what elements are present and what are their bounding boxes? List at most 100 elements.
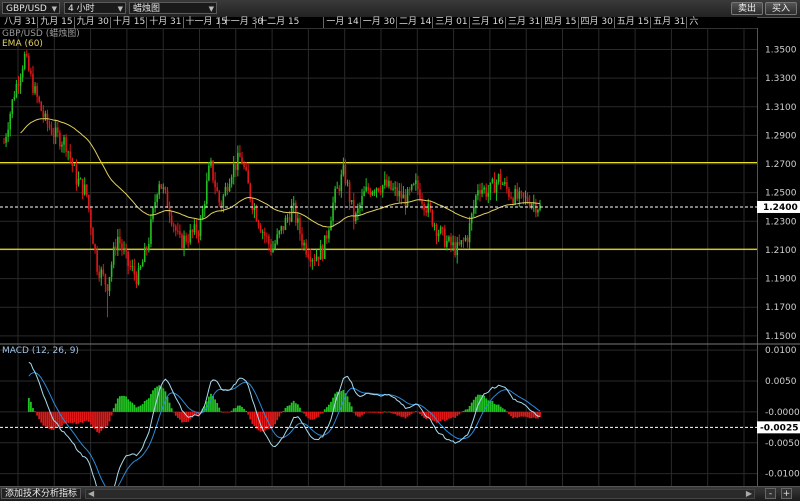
candle-body bbox=[106, 284, 109, 291]
price-panel-label: GBP/USD (蜡烛图) bbox=[2, 27, 80, 39]
candle-body bbox=[156, 194, 158, 202]
chart-canvas[interactable]: 1.3500 1.3300 1.3100 1.2900 1.2700 1.2500 1.23… bbox=[0, 0, 800, 486]
macd-histogram-bar bbox=[448, 411, 450, 419]
macd-histogram-bar bbox=[472, 399, 475, 412]
macd-histogram-bar bbox=[131, 402, 134, 412]
candle-body bbox=[11, 99, 14, 114]
macd-histogram-bar bbox=[530, 411, 533, 419]
macd-histogram-bar bbox=[309, 411, 312, 420]
candle-body bbox=[19, 77, 22, 86]
macd-histogram-bar bbox=[419, 411, 421, 415]
candle-body bbox=[313, 260, 316, 262]
zoom-in-button[interactable]: + bbox=[781, 488, 792, 499]
candle-body bbox=[292, 202, 295, 206]
scroll-left-icon[interactable]: ◀ bbox=[88, 489, 94, 498]
candle-body bbox=[516, 188, 519, 199]
macd-histogram-bar bbox=[67, 411, 70, 423]
macd-histogram-bar bbox=[61, 411, 63, 427]
candle-body bbox=[537, 209, 539, 213]
candle-body bbox=[274, 243, 276, 249]
candle-body bbox=[431, 210, 434, 226]
candle-body bbox=[193, 224, 196, 233]
macd-histogram-bar bbox=[528, 411, 531, 419]
zoom-out-button[interactable]: - bbox=[765, 488, 776, 499]
candle-body bbox=[224, 186, 227, 196]
candle-body bbox=[466, 237, 469, 243]
candle-body bbox=[522, 192, 525, 197]
candle-body bbox=[286, 217, 289, 219]
candle-body bbox=[143, 247, 146, 262]
macd-histogram-bar bbox=[30, 401, 32, 412]
candle-body bbox=[50, 127, 53, 135]
macd-histogram-bar bbox=[468, 406, 471, 412]
macd-histogram-bar bbox=[214, 399, 216, 412]
price-tick-label: 1.3500 bbox=[765, 45, 797, 55]
candle-body bbox=[290, 205, 293, 222]
macd-histogram-bar bbox=[27, 397, 30, 412]
macd-histogram-bar bbox=[42, 411, 45, 426]
candle-body bbox=[499, 174, 502, 185]
candle-body bbox=[17, 84, 20, 86]
macd-histogram-bar bbox=[210, 393, 212, 412]
macd-histogram-bar bbox=[299, 407, 301, 412]
candle-body bbox=[288, 217, 291, 222]
candle-body bbox=[181, 234, 183, 248]
candle-body bbox=[491, 179, 494, 183]
candle-body bbox=[464, 237, 467, 241]
candle-body bbox=[334, 188, 336, 203]
macd-histogram-bar bbox=[181, 411, 183, 423]
candle-body bbox=[162, 187, 165, 189]
candle-body bbox=[355, 213, 357, 221]
macd-histogram-bar bbox=[410, 411, 413, 414]
macd-histogram-bar bbox=[236, 405, 239, 412]
macd-histogram-bar bbox=[359, 411, 361, 417]
macd-histogram-bar bbox=[123, 395, 125, 412]
candle-body bbox=[75, 165, 78, 185]
macd-panel-label: MACD (12, 26, 9) bbox=[2, 346, 79, 356]
candle-body bbox=[450, 236, 452, 246]
candle-body bbox=[234, 164, 237, 170]
candle-body bbox=[276, 234, 278, 244]
macd-histogram-bar bbox=[385, 411, 388, 413]
candle-body bbox=[415, 180, 417, 184]
candle-body bbox=[54, 127, 57, 137]
candle-body bbox=[73, 165, 76, 167]
candle-body bbox=[383, 179, 386, 186]
candle-body bbox=[185, 235, 187, 242]
candle-body bbox=[98, 271, 100, 278]
candle-body bbox=[481, 189, 483, 194]
candle-body bbox=[266, 235, 268, 237]
macd-histogram-bar bbox=[234, 408, 237, 412]
macd-histogram-bar bbox=[497, 404, 500, 412]
candle-body bbox=[96, 250, 98, 272]
candle-body bbox=[402, 194, 405, 199]
macd-histogram-bar bbox=[106, 411, 109, 426]
candle-body bbox=[441, 227, 444, 229]
macd-histogram-bar bbox=[284, 407, 287, 412]
candle-body bbox=[375, 188, 378, 192]
macd-histogram-bar bbox=[118, 396, 121, 412]
macd-histogram-bar bbox=[222, 411, 225, 413]
candle-body bbox=[419, 189, 421, 201]
macd-histogram-bar bbox=[315, 411, 318, 418]
candle-body bbox=[230, 177, 233, 184]
candle-body bbox=[108, 277, 111, 291]
candle-body bbox=[508, 188, 510, 198]
candle-body bbox=[69, 151, 72, 159]
candle-body bbox=[371, 191, 374, 195]
candle-body bbox=[392, 188, 394, 190]
macd-histogram-bar bbox=[98, 411, 101, 434]
macd-histogram-bar bbox=[313, 411, 316, 420]
candle-body bbox=[203, 204, 206, 209]
add-indicator-button[interactable]: 添加技术分析指标 bbox=[1, 488, 81, 499]
candle-body bbox=[357, 208, 359, 214]
candle-body bbox=[495, 181, 498, 193]
candle-body bbox=[158, 184, 161, 195]
candle-body bbox=[307, 254, 310, 258]
scroll-right-icon[interactable]: ▶ bbox=[746, 489, 752, 498]
candle-body bbox=[255, 207, 258, 222]
chart-scrollbar[interactable]: ◀ ▶ bbox=[85, 489, 755, 499]
macd-histogram-bar bbox=[520, 411, 523, 417]
macd-tick-label: -0.0050 bbox=[765, 439, 800, 449]
candle-body bbox=[148, 243, 150, 250]
